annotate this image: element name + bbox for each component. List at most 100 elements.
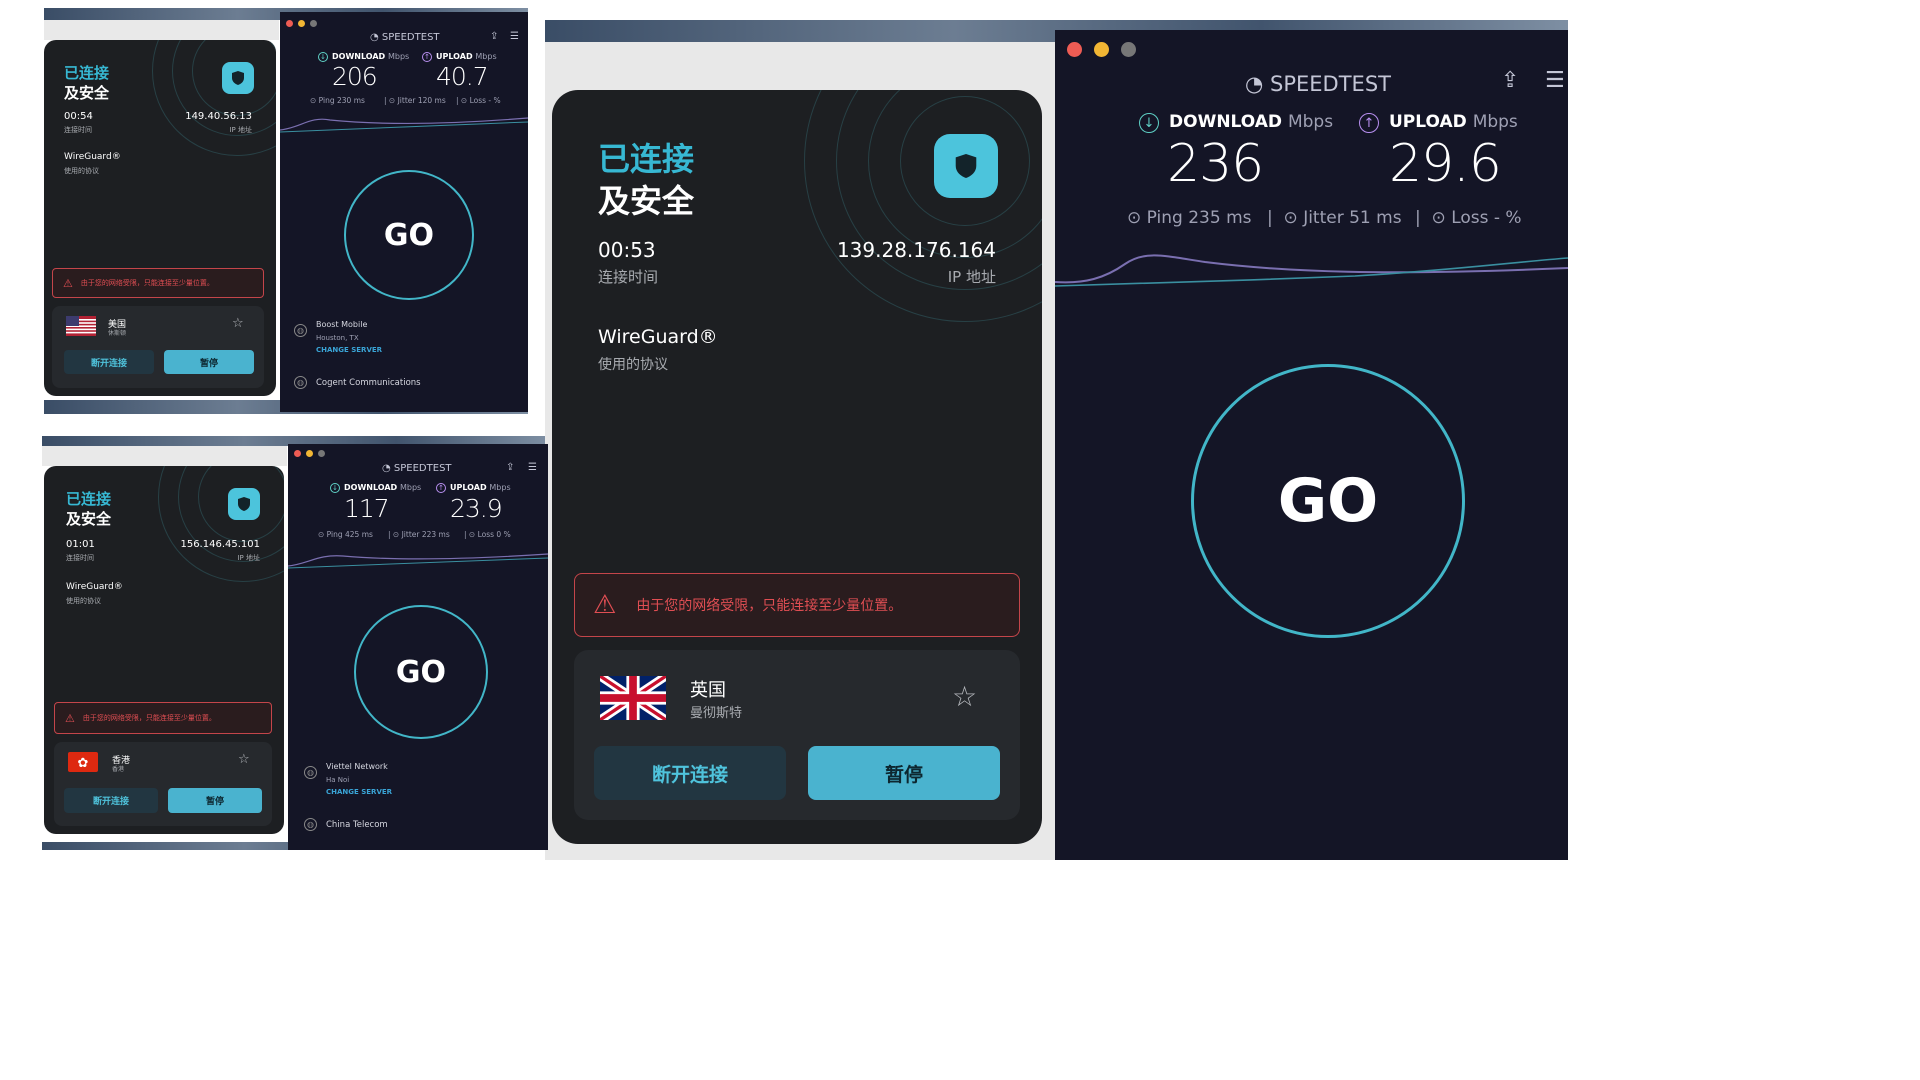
settings-icon[interactable]: ☰: [510, 31, 519, 42]
window-minimize-button[interactable]: [1094, 42, 1109, 57]
ip-address-label: IP 地址: [229, 126, 252, 134]
server-icon: ◍: [304, 818, 317, 831]
protocol-name: WireGuard®: [66, 582, 123, 592]
network-warning: ⚠ 由于您的网络受限，只能连接至少量位置。: [52, 268, 264, 298]
jitter-icon: | ⊙: [388, 530, 402, 539]
loss-icon: | ⊙: [1415, 208, 1452, 228]
upload-icon: ↑: [422, 52, 432, 62]
speedometer-icon: ◔: [1245, 72, 1264, 96]
pause-button[interactable]: 暂停: [168, 788, 262, 813]
window-zoom-button[interactable]: [310, 20, 317, 27]
window-close-button[interactable]: [286, 20, 293, 27]
vpn-panel-1: 已连接 及安全 00:54 连接时间 149.40.56.13 IP 地址 Wi…: [44, 40, 276, 396]
go-button[interactable]: GO: [1191, 364, 1465, 638]
pause-button[interactable]: 暂停: [164, 350, 254, 374]
status-title: 已连接: [64, 64, 110, 82]
ping-stat: ⊙ Ping 230 ms: [310, 96, 365, 105]
speedtest-logo: ◔ SPEEDTEST: [370, 32, 440, 43]
protocol-name: WireGuard®: [598, 326, 718, 348]
window-minimize-button[interactable]: [298, 20, 305, 27]
jitter-stat: | ⊙ Jitter 120 ms: [384, 96, 446, 105]
server-icon: ◍: [294, 376, 307, 389]
connection-duration: 01:01: [66, 539, 95, 550]
speedtest-panel-1: ◔ SPEEDTEST ⇪ ☰ ↓ DOWNLOAD Mbps ↑ UPLOAD…: [280, 12, 528, 412]
isp-location: Ha Noi: [326, 776, 350, 784]
share-icon[interactable]: ⇪: [490, 31, 498, 42]
window-zoom-button[interactable]: [318, 450, 325, 457]
jitter-value: Jitter 120 ms: [397, 96, 446, 105]
pause-button[interactable]: 暂停: [808, 746, 1000, 800]
status-subtitle: 及安全: [598, 182, 695, 220]
share-icon[interactable]: ⇪: [506, 462, 514, 473]
upload-label: UPLOAD Mbps: [1389, 112, 1518, 132]
window-close-button[interactable]: [294, 450, 301, 457]
ping-icon: ⊙: [1127, 208, 1147, 228]
disconnect-button[interactable]: 断开连接: [64, 350, 154, 374]
ip-address-label: IP 地址: [237, 554, 260, 562]
connection-duration: 00:54: [64, 111, 93, 122]
ip-address: 139.28.176.164: [836, 238, 996, 262]
upload-label: UPLOAD Mbps: [450, 483, 511, 492]
location-city: 曼彻斯特: [690, 706, 743, 721]
ip-address: 156.146.45.101: [180, 539, 260, 550]
favorite-star-icon[interactable]: ☆: [232, 316, 244, 331]
vpn-shield-icon: [228, 488, 260, 520]
ping-value: Ping 230 ms: [318, 96, 365, 105]
upload-label-text: UPLOAD: [436, 52, 473, 61]
download-icon: ↓: [318, 52, 328, 62]
loss-stat: | ⊙ Loss - %: [456, 96, 501, 105]
protocol-name: WireGuard®: [64, 152, 121, 162]
isp-location: Houston, TX: [316, 334, 359, 342]
connection-duration-label: 连接时间: [64, 126, 92, 134]
loss-stat: | ⊙ Loss 0 %: [464, 530, 511, 539]
download-icon: ↓: [330, 483, 340, 493]
speedometer-icon: ◔: [382, 463, 391, 474]
download-unit: Mbps: [388, 52, 410, 61]
download-label: DOWNLOAD Mbps: [344, 483, 421, 492]
status-subtitle: 及安全: [64, 84, 110, 102]
speedometer-icon: ◔: [370, 32, 379, 43]
download-label-text: DOWNLOAD: [1169, 112, 1283, 132]
window-close-button[interactable]: [1067, 42, 1082, 57]
status-title: 已连接: [598, 140, 695, 178]
download-label: DOWNLOAD Mbps: [332, 52, 409, 61]
location-city: 香港: [112, 766, 125, 773]
ping-icon: ⊙: [310, 96, 319, 105]
go-button[interactable]: GO: [344, 170, 474, 300]
jitter-stat: | ⊙ Jitter 223 ms: [388, 530, 450, 539]
go-button[interactable]: GO: [354, 605, 488, 739]
ping-icon: ⊙: [318, 530, 327, 539]
status-subtitle: 及安全: [66, 510, 112, 528]
download-value: 117: [344, 494, 390, 523]
speedtest-panel-2: ◔ SPEEDTEST ⇪ ☰ ↓ DOWNLOAD Mbps ↑ UPLOAD…: [288, 444, 548, 850]
favorite-star-icon[interactable]: ☆: [238, 752, 250, 767]
warning-icon: ⚠: [63, 276, 73, 290]
change-server-link[interactable]: CHANGE SERVER: [316, 346, 382, 354]
settings-icon[interactable]: ☰: [1545, 68, 1565, 93]
disconnect-button[interactable]: 断开连接: [594, 746, 786, 800]
connection-duration-label: 连接时间: [598, 268, 659, 286]
window-minimize-button[interactable]: [306, 450, 313, 457]
connection-duration-label: 连接时间: [66, 554, 94, 562]
change-server-link[interactable]: CHANGE SERVER: [326, 788, 392, 796]
warning-icon: ⚠: [65, 711, 75, 725]
download-label: DOWNLOAD Mbps: [1169, 112, 1333, 132]
disconnect-button[interactable]: 断开连接: [64, 788, 158, 813]
speedtest-logo: ◔ SPEEDTEST: [1245, 72, 1391, 96]
upload-icon: ↑: [436, 483, 446, 493]
download-unit: Mbps: [1287, 112, 1334, 132]
favorite-star-icon[interactable]: ☆: [952, 680, 977, 713]
upload-icon: ↑: [1359, 113, 1379, 133]
isp-icon: ◍: [304, 766, 317, 779]
location-card: 英国 曼彻斯特 ☆ 断开连接 暂停: [574, 650, 1020, 820]
settings-icon[interactable]: ☰: [528, 462, 537, 473]
location-city: 休斯顿: [108, 330, 127, 337]
speedtest-brand: SPEEDTEST: [381, 32, 440, 43]
speed-graph: [280, 117, 528, 133]
speedtest-brand: SPEEDTEST: [1270, 72, 1391, 96]
upload-label-text: UPLOAD: [450, 483, 487, 492]
share-icon[interactable]: ⇪: [1501, 68, 1519, 93]
ip-address-label: IP 地址: [947, 268, 996, 286]
svg-text:✿: ✿: [78, 756, 89, 771]
window-zoom-button[interactable]: [1121, 42, 1136, 57]
